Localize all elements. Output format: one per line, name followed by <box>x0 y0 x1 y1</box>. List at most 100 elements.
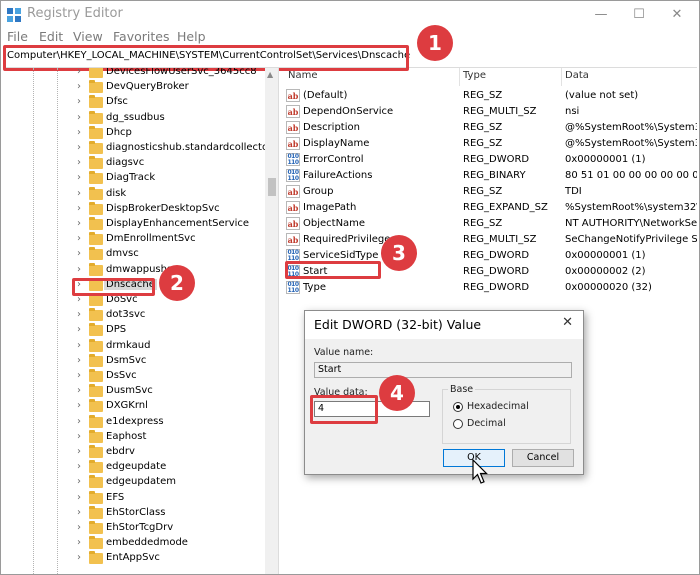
expand-chevron-icon[interactable]: › <box>77 233 81 244</box>
title-bar[interactable]: Registry Editor — ☐ ✕ <box>1 1 699 29</box>
tree-item[interactable]: › DsmSvc <box>3 353 265 369</box>
value-row[interactable]: 010 110 FailureActions REG_BINARY 80 51 01 0… <box>281 168 697 184</box>
menu-help[interactable]: Help <box>177 29 206 44</box>
tree-item[interactable]: › dot3svc <box>3 307 265 323</box>
tree-item[interactable]: › EFS <box>3 490 265 506</box>
value-row[interactable]: ab DependOnService REG_MULTI_SZ nsi <box>281 104 697 120</box>
expand-chevron-icon[interactable]: › <box>77 127 81 138</box>
tree-item[interactable]: › disk <box>3 186 265 202</box>
value-type: REG_DWORD <box>463 250 530 261</box>
tree-item[interactable]: › EntAppSvc <box>3 550 265 566</box>
tree-item[interactable]: › DiagTrack <box>3 170 265 186</box>
menu-view[interactable]: View <box>73 29 103 44</box>
value-row[interactable]: ab ObjectName REG_SZ NT AUTHORITY\NetworkSe… <box>281 216 697 232</box>
tree-item[interactable]: › embeddedmode <box>3 535 265 551</box>
tree-item[interactable]: › dmwappushs <box>3 262 265 278</box>
tree-item[interactable]: › DusmSvc <box>3 383 265 399</box>
tree-item[interactable]: › diagsvc <box>3 155 265 171</box>
menu-edit[interactable]: Edit <box>39 29 63 44</box>
value-row[interactable]: abDescription REG_SZ @%SystemRoot%\System3… <box>281 120 697 136</box>
scrollbar-thumb[interactable] <box>268 178 276 196</box>
expand-chevron-icon[interactable]: › <box>77 537 81 548</box>
tree-item[interactable]: › dmvsc <box>3 246 265 262</box>
expand-chevron-icon[interactable]: › <box>77 340 81 351</box>
close-button[interactable]: ✕ <box>659 3 695 27</box>
tree-item[interactable]: › edgeupdatem <box>3 474 265 490</box>
tree-item[interactable]: › EhStorTcgDrv <box>3 520 265 536</box>
column-divider[interactable] <box>561 68 562 86</box>
expand-chevron-icon[interactable]: › <box>77 492 81 503</box>
tree-item[interactable]: › DsSvc <box>3 368 265 384</box>
dialog-close-icon[interactable]: ✕ <box>562 315 573 330</box>
expand-chevron-icon[interactable]: › <box>77 157 81 168</box>
hexadecimal-radio[interactable] <box>453 402 463 412</box>
tree-item[interactable]: › DispBrokerDesktopSvc <box>3 201 265 217</box>
expand-chevron-icon[interactable]: › <box>77 309 81 320</box>
expand-chevron-icon[interactable]: › <box>77 507 81 518</box>
column-header-data[interactable]: Data <box>565 70 589 81</box>
tree-item[interactable]: › DXGKrnl <box>3 398 265 414</box>
expand-chevron-icon[interactable]: › <box>77 68 81 77</box>
expand-chevron-icon[interactable]: › <box>77 431 81 442</box>
tree-item[interactable]: › Dhcp <box>3 125 265 141</box>
value-row[interactable]: 010 110 Type REG_DWORD 0x00000020 (32) <box>281 280 697 296</box>
expand-chevron-icon[interactable]: › <box>77 416 81 427</box>
tree-item[interactable]: › ebdrv <box>3 444 265 460</box>
tree-item[interactable]: › DisplayEnhancementService <box>3 216 265 232</box>
expand-chevron-icon[interactable]: › <box>77 461 81 472</box>
expand-chevron-icon[interactable]: › <box>77 476 81 487</box>
decimal-radio[interactable] <box>453 419 463 429</box>
expand-chevron-icon[interactable]: › <box>77 385 81 396</box>
tree-item[interactable]: › DevQueryBroker <box>3 79 265 95</box>
scroll-up-arrow-icon[interactable]: ▲ <box>267 70 273 79</box>
minimize-button[interactable]: — <box>583 3 619 27</box>
value-row[interactable]: ab ImagePath REG_EXPAND_SZ %SystemRoot%\sys… <box>281 200 697 216</box>
value-row[interactable]: ab RequiredPrivileges REG_MULTI_SZ SeChange… <box>281 232 697 248</box>
tree-item[interactable]: › DPS <box>3 322 265 338</box>
tree-item[interactable]: › DmEnrollmentSvc <box>3 231 265 247</box>
cancel-button[interactable]: Cancel <box>512 449 574 467</box>
expand-chevron-icon[interactable]: › <box>77 446 81 457</box>
value-row[interactable]: ab Group REG_SZ TDI <box>281 184 697 200</box>
tree-item[interactable]: › diagnosticshub.standardcollector.se <box>3 140 278 156</box>
hexadecimal-label[interactable]: Hexadecimal <box>467 401 529 412</box>
value-row[interactable]: abDisplayName REG_SZ @%SystemRoot%\System3… <box>281 136 697 152</box>
expand-chevron-icon[interactable]: › <box>77 400 81 411</box>
tree-item[interactable]: › Dfsc <box>3 94 265 110</box>
value-data: @%SystemRoot%\System32\dnsapi.dll <box>565 138 697 149</box>
expand-chevron-icon[interactable]: › <box>77 112 81 123</box>
expand-chevron-icon[interactable]: › <box>77 96 81 107</box>
tree-item[interactable]: › edgeupdate <box>3 459 265 475</box>
expand-chevron-icon[interactable]: › <box>77 264 81 275</box>
expand-chevron-icon[interactable]: › <box>77 552 81 563</box>
value-row[interactable]: ab (Default) REG_SZ (value not set) <box>281 88 697 104</box>
tree-scrollbar[interactable]: ▲ <box>265 68 278 574</box>
expand-chevron-icon[interactable]: › <box>77 355 81 366</box>
tree-item[interactable]: › drmkaud <box>3 338 265 354</box>
tree-item[interactable]: › DevicesFlowUserSvc_3645cc8 <box>3 68 265 80</box>
column-header-name[interactable]: Name <box>288 70 318 81</box>
decimal-label[interactable]: Decimal <box>467 418 506 429</box>
tree-item[interactable]: › EhStorClass <box>3 505 265 521</box>
expand-chevron-icon[interactable]: › <box>77 218 81 229</box>
expand-chevron-icon[interactable]: › <box>77 188 81 199</box>
expand-chevron-icon[interactable]: › <box>77 172 81 183</box>
tree-item[interactable]: › e1dexpress <box>3 414 265 430</box>
maximize-button[interactable]: ☐ <box>621 3 657 27</box>
expand-chevron-icon[interactable]: › <box>77 522 81 533</box>
window-title: Registry Editor <box>27 6 123 21</box>
tree-item[interactable]: › Eaphost <box>3 429 265 445</box>
tree-item[interactable]: › dg_ssudbus <box>3 110 265 126</box>
expand-chevron-icon[interactable]: › <box>77 203 81 214</box>
expand-chevron-icon[interactable]: › <box>77 370 81 381</box>
column-divider[interactable] <box>459 68 460 86</box>
expand-chevron-icon[interactable]: › <box>77 142 81 153</box>
expand-chevron-icon[interactable]: › <box>77 81 81 92</box>
column-header-type[interactable]: Type <box>463 70 486 81</box>
expand-chevron-icon[interactable]: › <box>77 324 81 335</box>
menu-favorites[interactable]: Favorites <box>113 29 169 44</box>
edit-dword-dialog: Edit DWORD (32-bit) Value ✕ Value name: … <box>304 310 584 475</box>
expand-chevron-icon[interactable]: › <box>77 248 81 259</box>
value-row[interactable]: 010 110 ErrorControl REG_DWORD 0x00000001 (1… <box>281 152 697 168</box>
menu-file[interactable]: File <box>7 29 28 44</box>
